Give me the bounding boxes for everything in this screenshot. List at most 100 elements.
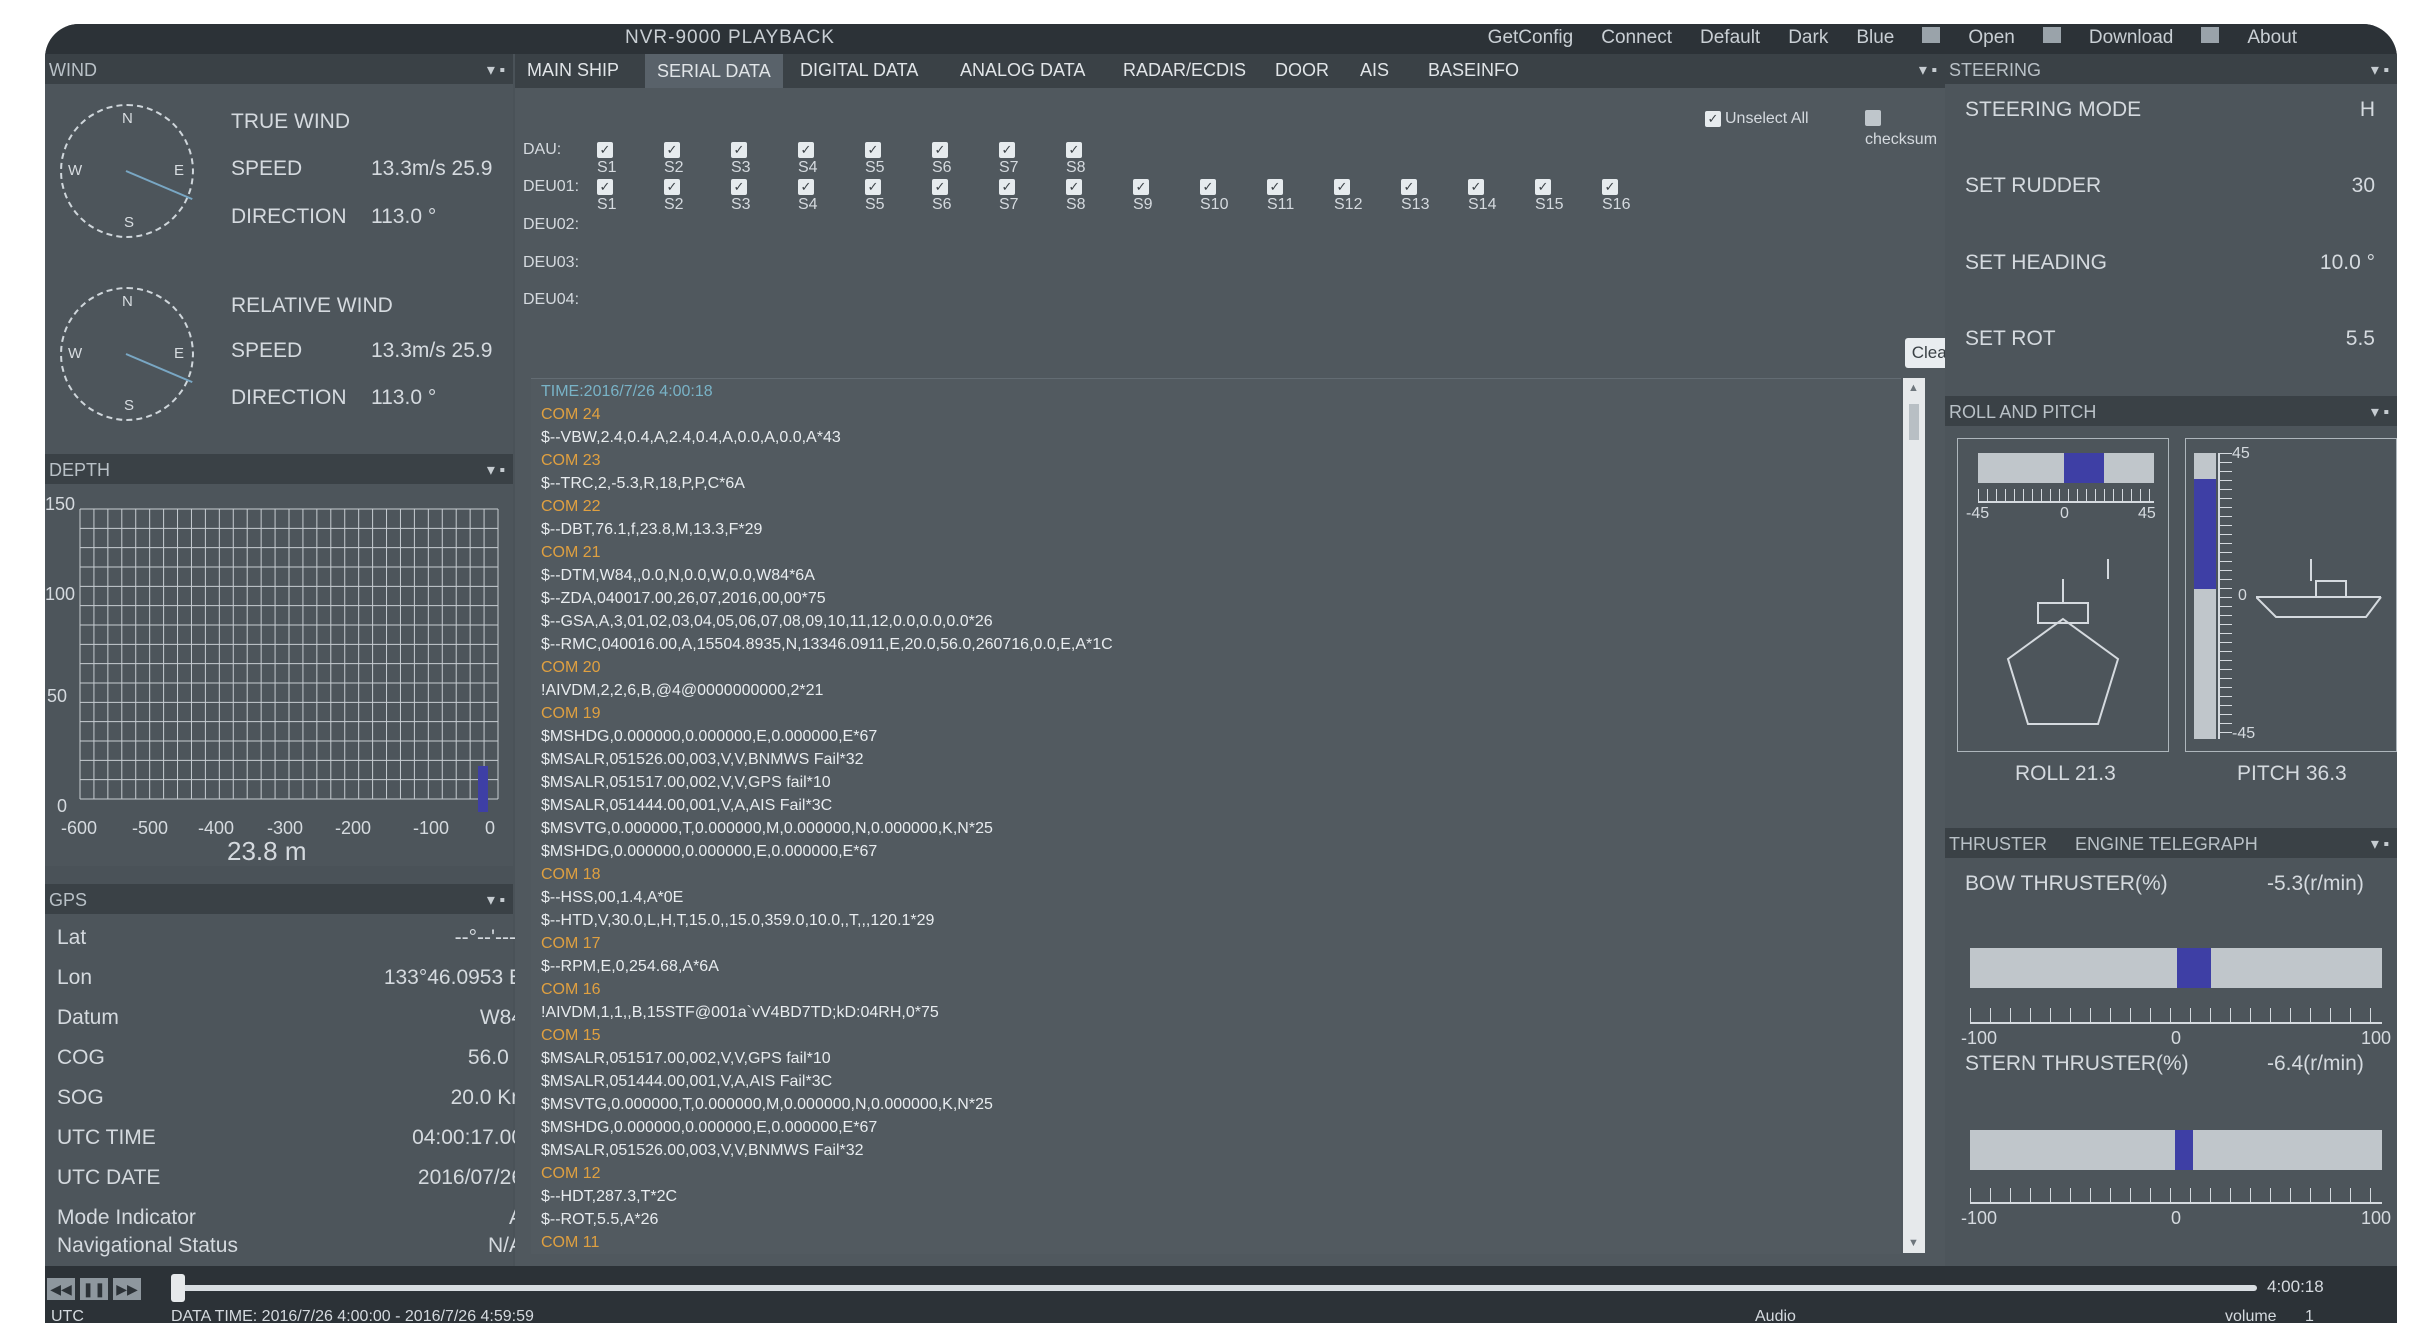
- menu-open[interactable]: Open: [1968, 27, 2014, 49]
- tab-thruster[interactable]: THRUSTER: [1949, 834, 2047, 855]
- menu-about[interactable]: About: [2247, 27, 2297, 49]
- true-wind-speed-value: 13.3m/s 25.9: [371, 157, 493, 180]
- unselect-all-label: Unselect All: [1725, 110, 1809, 127]
- log-com-header: COM 19: [541, 705, 601, 722]
- tab-analog-data[interactable]: ANALOG DATA: [960, 60, 1085, 81]
- channel-checkbox[interactable]: ✓S8: [1066, 141, 1086, 177]
- ship-front-icon: [2006, 559, 2120, 725]
- menu-dark[interactable]: Dark: [1788, 27, 1828, 49]
- compass-east: E: [174, 345, 185, 362]
- volume-value: 1: [2305, 1308, 2314, 1323]
- tab-engine-telegraph[interactable]: ENGINE TELEGRAPH: [2075, 834, 2258, 855]
- tab-digital-data[interactable]: DIGITAL DATA: [800, 60, 918, 81]
- channel-checkbox[interactable]: ✓S5: [865, 178, 885, 214]
- channel-checkbox[interactable]: ✓S7: [999, 141, 1019, 177]
- menu-download[interactable]: Download: [2089, 27, 2174, 49]
- channel-checkbox[interactable]: ✓S1: [597, 141, 617, 177]
- tab-ais[interactable]: AIS: [1360, 60, 1389, 81]
- channel-checkbox[interactable]: ✓S8: [1066, 178, 1086, 214]
- panel-pin-icon[interactable]: ▾ ▪: [487, 460, 505, 480]
- gps-key: Navigational Status: [57, 1234, 238, 1257]
- channel-checkbox[interactable]: ✓S10: [1200, 178, 1228, 214]
- log-scrollbar[interactable]: ▲ ▼: [1903, 378, 1925, 1253]
- channel-checkbox[interactable]: ✓S4: [798, 178, 818, 214]
- steering-row-rot: SET ROT 5.5: [1965, 327, 2375, 351]
- gps-key: UTC DATE: [57, 1166, 161, 1189]
- tab-radar-ecdis[interactable]: RADAR/ECDIS: [1123, 60, 1246, 81]
- log-sentence: $MSALR,051526.00,003,V,V,BNMWS Fail*32: [541, 1142, 864, 1159]
- channel-checkbox[interactable]: ✓S16: [1602, 178, 1630, 214]
- log-sentence: !AIVDM,2,2,6,B,@4@0000000000,2*21: [541, 682, 824, 699]
- time-display: 4:00:18: [2267, 1277, 2324, 1296]
- steering-value: 10.0 °: [2319, 251, 2375, 274]
- checkbox-icon: ✓: [999, 142, 1015, 158]
- timeline-handle[interactable]: [171, 1274, 185, 1302]
- fast-forward-icon[interactable]: ▶▶: [113, 1278, 141, 1300]
- log-sentence: $--DTM,W84,,0.0,N,0.0,W,0.0,W84*6A: [541, 567, 815, 584]
- tab-main-ship[interactable]: MAIN SHIP: [527, 60, 619, 81]
- log-sentence: !AIVDM,1,1,,B,15STF@001a`vV4BD7TD;kD:04R…: [541, 1004, 939, 1021]
- channel-checkbox[interactable]: ✓S3: [731, 141, 751, 177]
- channel-label: S4: [798, 196, 818, 213]
- gps-row-cog: COG 56.0 °: [57, 1038, 523, 1078]
- channel-label: S2: [664, 196, 684, 213]
- tab-serial-data[interactable]: SERIAL DATA: [645, 54, 783, 88]
- menu-default[interactable]: Default: [1700, 27, 1760, 49]
- panel-pin-icon[interactable]: ▾ ▪: [487, 60, 505, 80]
- channel-checkbox[interactable]: ✓S5: [865, 141, 885, 177]
- main-tabs: MAIN SHIP SERIAL DATA DIGITAL DATA ANALO…: [515, 54, 1945, 88]
- checksum-toggle[interactable]: checksum: [1865, 110, 1945, 149]
- menu-getconfig[interactable]: GetConfig: [1488, 27, 1574, 49]
- checkbox-icon: ✓: [1468, 179, 1484, 195]
- channel-checkbox[interactable]: ✓S15: [1535, 178, 1563, 214]
- scroll-thumb[interactable]: [1909, 404, 1919, 440]
- channel-checkbox[interactable]: ✓S7: [999, 178, 1019, 214]
- tab-baseinfo[interactable]: BASEINFO: [1428, 60, 1519, 81]
- roll-pitch-header: ROLL AND PITCH ▾ ▪: [1945, 396, 2397, 426]
- channel-label: S3: [731, 196, 751, 213]
- unselect-all[interactable]: ✓ Unselect All: [1705, 110, 1809, 128]
- log-sentence: $--TRC,2,-5.3,R,18,P,P,C*6A: [541, 475, 745, 492]
- serial-log[interactable]: TIME:2016/7/26 4:00:18 COM 24 $--VBW,2.4,0…: [531, 378, 1901, 1254]
- panel-pin-icon[interactable]: ▾ ▪: [2371, 834, 2389, 854]
- deu04-label: DEU04:: [523, 291, 580, 308]
- channel-checkbox[interactable]: ✓S2: [664, 141, 684, 177]
- menu-blue[interactable]: Blue: [1856, 27, 1894, 49]
- channel-checkbox[interactable]: ✓S6: [932, 141, 952, 177]
- data-time-range: DATA TIME: 2016/7/26 4:00:00 - 2016/7/26…: [171, 1308, 534, 1323]
- deu03-label: DEU03:: [523, 254, 580, 271]
- channel-checkbox[interactable]: ✓S2: [664, 178, 684, 214]
- channel-checkbox[interactable]: ✓S11: [1267, 178, 1294, 214]
- channel-checkbox[interactable]: ✓S13: [1401, 178, 1429, 214]
- menu-connect[interactable]: Connect: [1601, 27, 1672, 49]
- scroll-up-icon[interactable]: ▲: [1908, 382, 1919, 394]
- channel-checkbox[interactable]: ✓S14: [1468, 178, 1496, 214]
- checkbox-icon: ✓: [999, 179, 1015, 195]
- checkbox-icon: ✓: [798, 142, 814, 158]
- channel-checkbox[interactable]: ✓S12: [1334, 178, 1362, 214]
- log-sentence: $MSALR,051526.00,003,V,V,BNMWS Fail*32: [541, 751, 864, 768]
- log-com-header: COM 23: [541, 452, 601, 469]
- panel-pin-icon[interactable]: ▾ ▪: [1919, 60, 1937, 80]
- panel-pin-icon[interactable]: ▾ ▪: [2371, 402, 2389, 422]
- compass-east: E: [174, 162, 185, 179]
- channel-checkbox[interactable]: ✓S3: [731, 178, 751, 214]
- rewind-icon[interactable]: ◀◀: [47, 1278, 75, 1300]
- tab-door[interactable]: DOOR: [1275, 60, 1329, 81]
- channel-checkbox[interactable]: ✓S4: [798, 141, 818, 177]
- depth-grid: [79, 508, 499, 800]
- channel-checkbox[interactable]: ✓S1: [597, 178, 617, 214]
- pause-icon[interactable]: ❚❚: [80, 1278, 108, 1300]
- compass-west: W: [68, 162, 83, 179]
- depth-y-tick: 150: [45, 494, 76, 514]
- panel-pin-icon[interactable]: ▾ ▪: [2371, 60, 2389, 80]
- timeline-slider[interactable]: [177, 1285, 2257, 1291]
- scroll-down-icon[interactable]: ▼: [1908, 1237, 1919, 1249]
- log-com-header: COM 17: [541, 935, 601, 952]
- about-icon: [2201, 27, 2220, 43]
- log-sentence: $--RMC,040016.00,A,15504.8935,N,13346.09…: [541, 636, 1113, 653]
- channel-checkbox[interactable]: ✓S9: [1133, 178, 1153, 214]
- steering-value: H: [2359, 98, 2375, 121]
- panel-pin-icon[interactable]: ▾ ▪: [487, 890, 505, 910]
- channel-checkbox[interactable]: ✓S6: [932, 178, 952, 214]
